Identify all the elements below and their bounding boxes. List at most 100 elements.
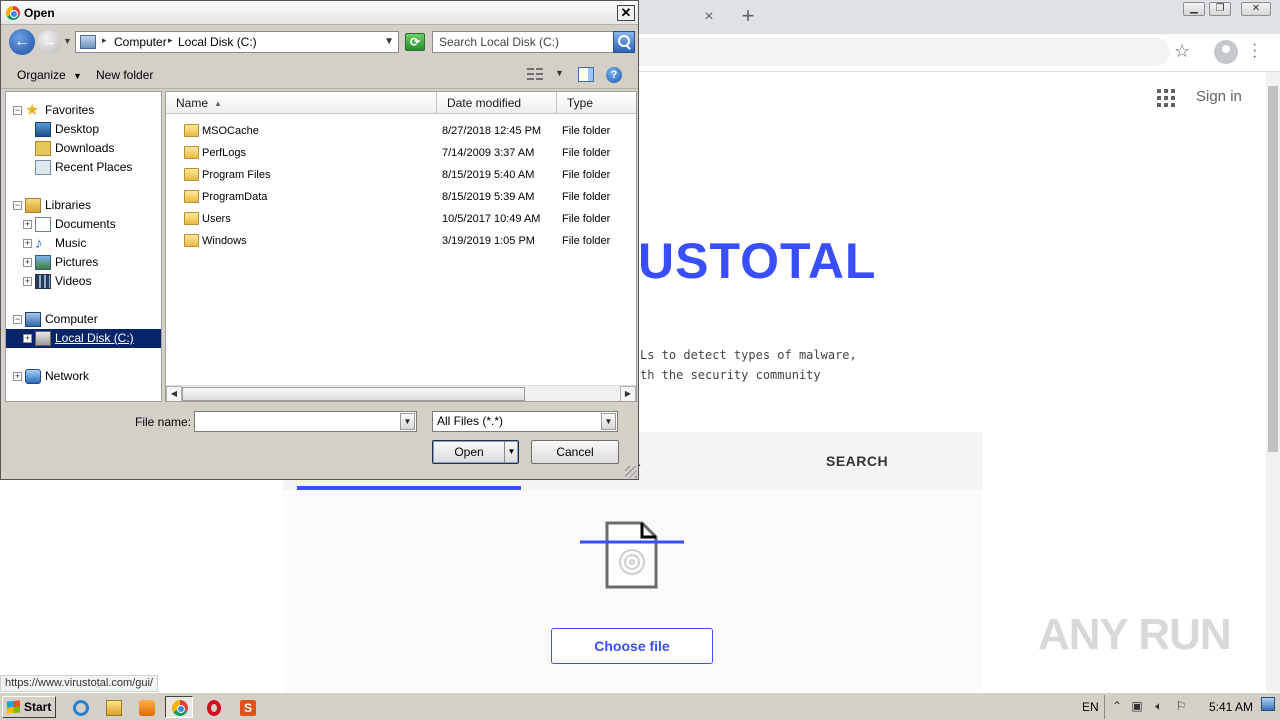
start-button[interactable]: Start [2,696,56,718]
collapse-icon[interactable]: − [13,106,22,115]
restore-button[interactable]: ❐ [1209,2,1231,16]
tree-item-desktop[interactable]: Desktop [6,120,161,139]
new-folder-button[interactable]: New folder [96,68,153,82]
help-icon[interactable]: ? [606,67,622,83]
scrollbar-thumb[interactable] [1268,86,1278,452]
window-close-button[interactable]: ✕ [1241,2,1271,16]
clock[interactable]: 5:41 AM [1209,700,1253,714]
taskbar-s-app[interactable]: S [233,696,261,718]
address-dropdown-icon[interactable]: ▼ [384,36,394,47]
tree-item-music[interactable]: + ♪ Music [6,234,161,253]
preview-pane-icon[interactable] [578,67,594,82]
tree-item-recent-places[interactable]: Recent Places [6,158,161,177]
tree-item-network[interactable]: + Network [6,367,161,386]
address-bar[interactable] [600,38,1170,66]
tab-close-icon[interactable]: × [700,8,718,26]
tree-label: Recent Places [55,160,133,174]
tree-item-downloads[interactable]: Downloads [6,139,161,158]
dialog-title-bar[interactable]: Open ✕ [1,1,638,25]
hard-disk-icon [35,331,51,346]
breadcrumb-arrow-icon[interactable]: ▸ [168,35,173,46]
tree-item-libraries[interactable]: − Libraries [6,196,161,215]
new-tab-button[interactable]: + [737,5,759,27]
search-input[interactable]: Search Local Disk (C:) [432,31,614,53]
resize-grip[interactable] [625,466,637,478]
open-options-dropdown-icon[interactable]: ▼ [504,441,518,463]
videos-icon [35,274,51,289]
apps-grid-icon[interactable] [1157,89,1175,107]
breadcrumb-local-disk[interactable]: Local Disk (C:) [178,35,257,49]
taskbar-opera[interactable] [199,696,227,718]
forward-arrow-icon[interactable]: → [37,30,61,54]
file-type: File folder [562,125,611,137]
folder-icon [184,168,199,181]
horizontal-scroll-thumb[interactable] [182,387,525,401]
taskbar-explorer[interactable] [99,696,127,718]
taskbar-internet-explorer[interactable] [66,696,94,718]
change-view-icon[interactable] [527,68,543,81]
collapse-icon[interactable]: − [13,315,22,324]
tree-item-favorites[interactable]: − ★ Favorites [6,101,161,120]
expand-icon[interactable]: + [13,372,22,381]
tree-item-local-disk[interactable]: + Local Disk (C:) [6,329,161,348]
choose-file-button[interactable]: Choose file [551,628,713,664]
profile-avatar-icon[interactable] [1214,40,1238,64]
file-row[interactable]: Windows 3/19/2019 1:05 PM File folder [166,230,636,252]
taskbar-chrome[interactable] [165,696,193,718]
recent-locations-dropdown-icon[interactable]: ▼ [63,36,72,46]
breadcrumb-computer[interactable]: Computer [114,35,167,49]
chevron-down-icon[interactable]: ▼ [400,413,415,430]
file-row[interactable]: MSOCache 8/27/2018 12:45 PM File folder [166,120,636,142]
chrome-menu-icon[interactable]: · · · [1252,37,1257,65]
tab-search[interactable]: SEARCH [826,453,888,469]
view-options-dropdown-icon[interactable]: ▼ [555,68,564,78]
open-button[interactable]: Open ▼ [432,440,519,464]
cancel-button[interactable]: Cancel [531,440,619,464]
file-row[interactable]: ProgramData 8/15/2019 5:39 AM File folde… [166,186,636,208]
tree-item-videos[interactable]: + Videos [6,272,161,291]
breadcrumb-arrow-icon[interactable]: ▸ [102,35,107,46]
minimize-button[interactable]: ▁ [1183,2,1205,16]
tree-item-documents[interactable]: + Documents [6,215,161,234]
page-scrollbar[interactable] [1266,72,1280,692]
chevron-down-icon[interactable]: ▼ [601,413,616,430]
navigation-pane: − ★ Favorites Desktop Downloads Recent P… [5,91,162,402]
show-desktop-icon[interactable] [1261,697,1275,711]
dialog-close-button[interactable]: ✕ [617,5,635,21]
downloads-folder-icon [35,141,51,156]
taskbar-media-player[interactable] [132,696,160,718]
file-row[interactable]: PerfLogs 7/14/2009 3:37 AM File folder [166,142,636,164]
action-center-flag-icon[interactable]: ⚐ [1174,699,1188,713]
scroll-right-icon[interactable]: ▶ [620,386,636,401]
tree-item-computer[interactable]: − Computer [6,310,161,329]
search-icon[interactable] [613,31,635,53]
expand-icon[interactable]: + [23,220,32,229]
address-breadcrumb[interactable]: ▸ Computer ▸ Local Disk (C:) ▼ [75,31,399,53]
file-type-filter[interactable]: All Files (*.*) ▼ [432,411,618,432]
file-row[interactable]: Users 10/5/2017 10:49 AM File folder [166,208,636,230]
horizontal-scrollbar[interactable]: ◀ ▶ [166,385,636,401]
language-indicator[interactable]: EN [1082,700,1099,714]
file-row[interactable]: Program Files 8/15/2019 5:40 AM File fol… [166,164,636,186]
back-arrow-icon[interactable]: ← [9,29,35,55]
expand-icon[interactable]: + [23,277,32,286]
volume-icon[interactable]: 🔈︎ [1152,699,1166,713]
organize-label: Organize [17,68,66,82]
expand-icon[interactable]: + [23,334,32,343]
bookmark-star-icon[interactable]: ☆ [1174,41,1190,62]
expand-icon[interactable]: + [23,239,32,248]
expand-icon[interactable]: + [23,258,32,267]
s-app-icon: S [240,700,256,716]
column-header-name[interactable]: Name ▲ [166,92,437,114]
organize-menu[interactable]: Organize ▼ [17,68,82,82]
tree-item-pictures[interactable]: + Pictures [6,253,161,272]
collapse-icon[interactable]: − [13,201,22,210]
file-name-input[interactable]: ▼ [194,411,417,432]
column-header-type[interactable]: Type [557,92,636,114]
refresh-icon[interactable]: ⟳ [405,33,425,51]
column-header-date[interactable]: Date modified [437,92,557,114]
sign-in-link[interactable]: Sign in [1196,88,1242,105]
network-tray-icon[interactable]: ▣ [1130,699,1144,713]
scroll-left-icon[interactable]: ◀ [166,386,182,401]
show-hidden-icons-icon[interactable]: ⌃ [1110,699,1124,713]
